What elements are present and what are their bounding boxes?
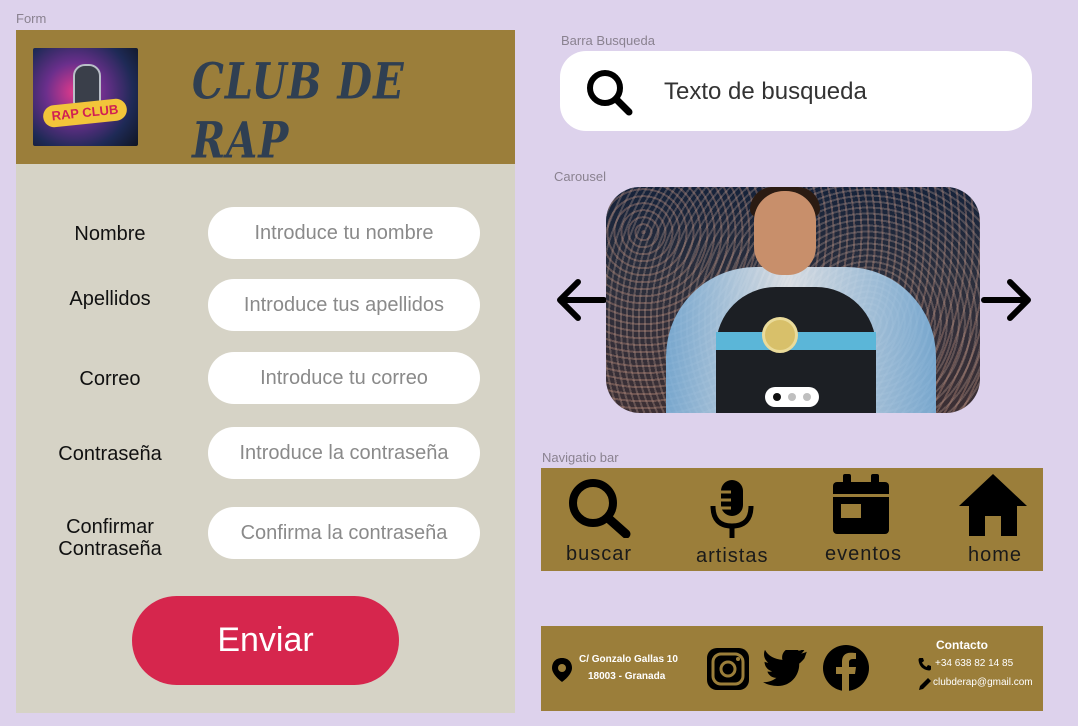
- correo-label: Correo: [79, 368, 141, 390]
- contact-phone: +34 638 82 14 85: [935, 658, 1014, 669]
- instagram-icon[interactable]: [705, 646, 751, 692]
- carousel-frame-label: Carousel: [554, 169, 607, 184]
- club-title: CLUB DE RAP: [192, 52, 405, 170]
- nombre-input[interactable]: [208, 207, 480, 259]
- arrow-left-icon[interactable]: [554, 276, 608, 324]
- calendar-icon: [833, 474, 889, 534]
- nav-item-buscar[interactable]: buscar: [541, 468, 661, 571]
- facebook-icon[interactable]: [822, 644, 870, 692]
- search-icon: [587, 70, 633, 116]
- password-label: Contraseña: [58, 443, 162, 465]
- nav-item-home[interactable]: home: [941, 468, 1043, 571]
- confirm-label-line2: Contraseña: [58, 538, 162, 560]
- search-bar[interactable]: [560, 51, 1032, 131]
- confirm-password-input[interactable]: [208, 507, 480, 559]
- nav-label-home: home: [968, 544, 1023, 566]
- arrow-right-icon[interactable]: [980, 276, 1034, 324]
- search-input[interactable]: [662, 71, 1006, 113]
- carousel-indicator: [765, 387, 819, 407]
- search-frame-label: Barra Busqueda: [561, 33, 655, 48]
- search-icon: [569, 479, 631, 538]
- apellidos-label: Apellidos: [69, 288, 151, 310]
- microphone-icon: [710, 480, 754, 538]
- carousel-dot-1[interactable]: [773, 393, 781, 401]
- head-shape: [754, 191, 816, 275]
- nombre-label: Nombre: [74, 223, 146, 245]
- registration-form: RAP CLUB CLUB DE RAP Nombre Apellidos Co…: [16, 30, 515, 713]
- form-frame-label: Form: [16, 11, 47, 26]
- logo-text: RAP CLUB: [42, 97, 128, 129]
- phone-icon: [918, 658, 931, 671]
- form-header: RAP CLUB CLUB DE RAP: [16, 30, 515, 170]
- nav-label-buscar: buscar: [566, 543, 633, 565]
- submit-button[interactable]: Enviar: [132, 596, 399, 685]
- navigation-bar: buscar artistas eventos home: [541, 468, 1043, 571]
- password-input[interactable]: [208, 427, 480, 479]
- pen-icon: [919, 678, 931, 690]
- twitter-icon[interactable]: [763, 650, 809, 688]
- location-pin-icon: [552, 658, 572, 682]
- contact-email[interactable]: clubderap@gmail.com: [933, 677, 1033, 688]
- address-line1: C/ Gonzalo Gallas 10: [579, 654, 678, 665]
- carousel-dot-3[interactable]: [803, 393, 811, 401]
- carousel-dot-2[interactable]: [788, 393, 796, 401]
- correo-input[interactable]: [208, 352, 480, 404]
- medal-shape: [762, 317, 798, 353]
- rap-club-logo: RAP CLUB: [33, 48, 138, 146]
- nav-label-eventos: eventos: [825, 543, 903, 565]
- carousel-slide-image[interactable]: [606, 187, 980, 413]
- nav-frame-label: Navigatio bar: [542, 450, 619, 465]
- nav-item-eventos[interactable]: eventos: [811, 468, 931, 571]
- confirm-password-label: Confirmar Contraseña: [42, 516, 178, 560]
- nav-label-artistas: artistas: [696, 545, 769, 567]
- nav-item-artistas[interactable]: artistas: [671, 468, 791, 571]
- home-icon: [959, 474, 1027, 536]
- address-line2: 18003 - Granada: [588, 671, 666, 682]
- contact-title: Contacto: [936, 638, 988, 652]
- apellidos-input[interactable]: [208, 279, 480, 331]
- confirm-label-line1: Confirmar: [66, 516, 154, 538]
- footer: C/ Gonzalo Gallas 10 18003 - Granada Con…: [541, 626, 1043, 711]
